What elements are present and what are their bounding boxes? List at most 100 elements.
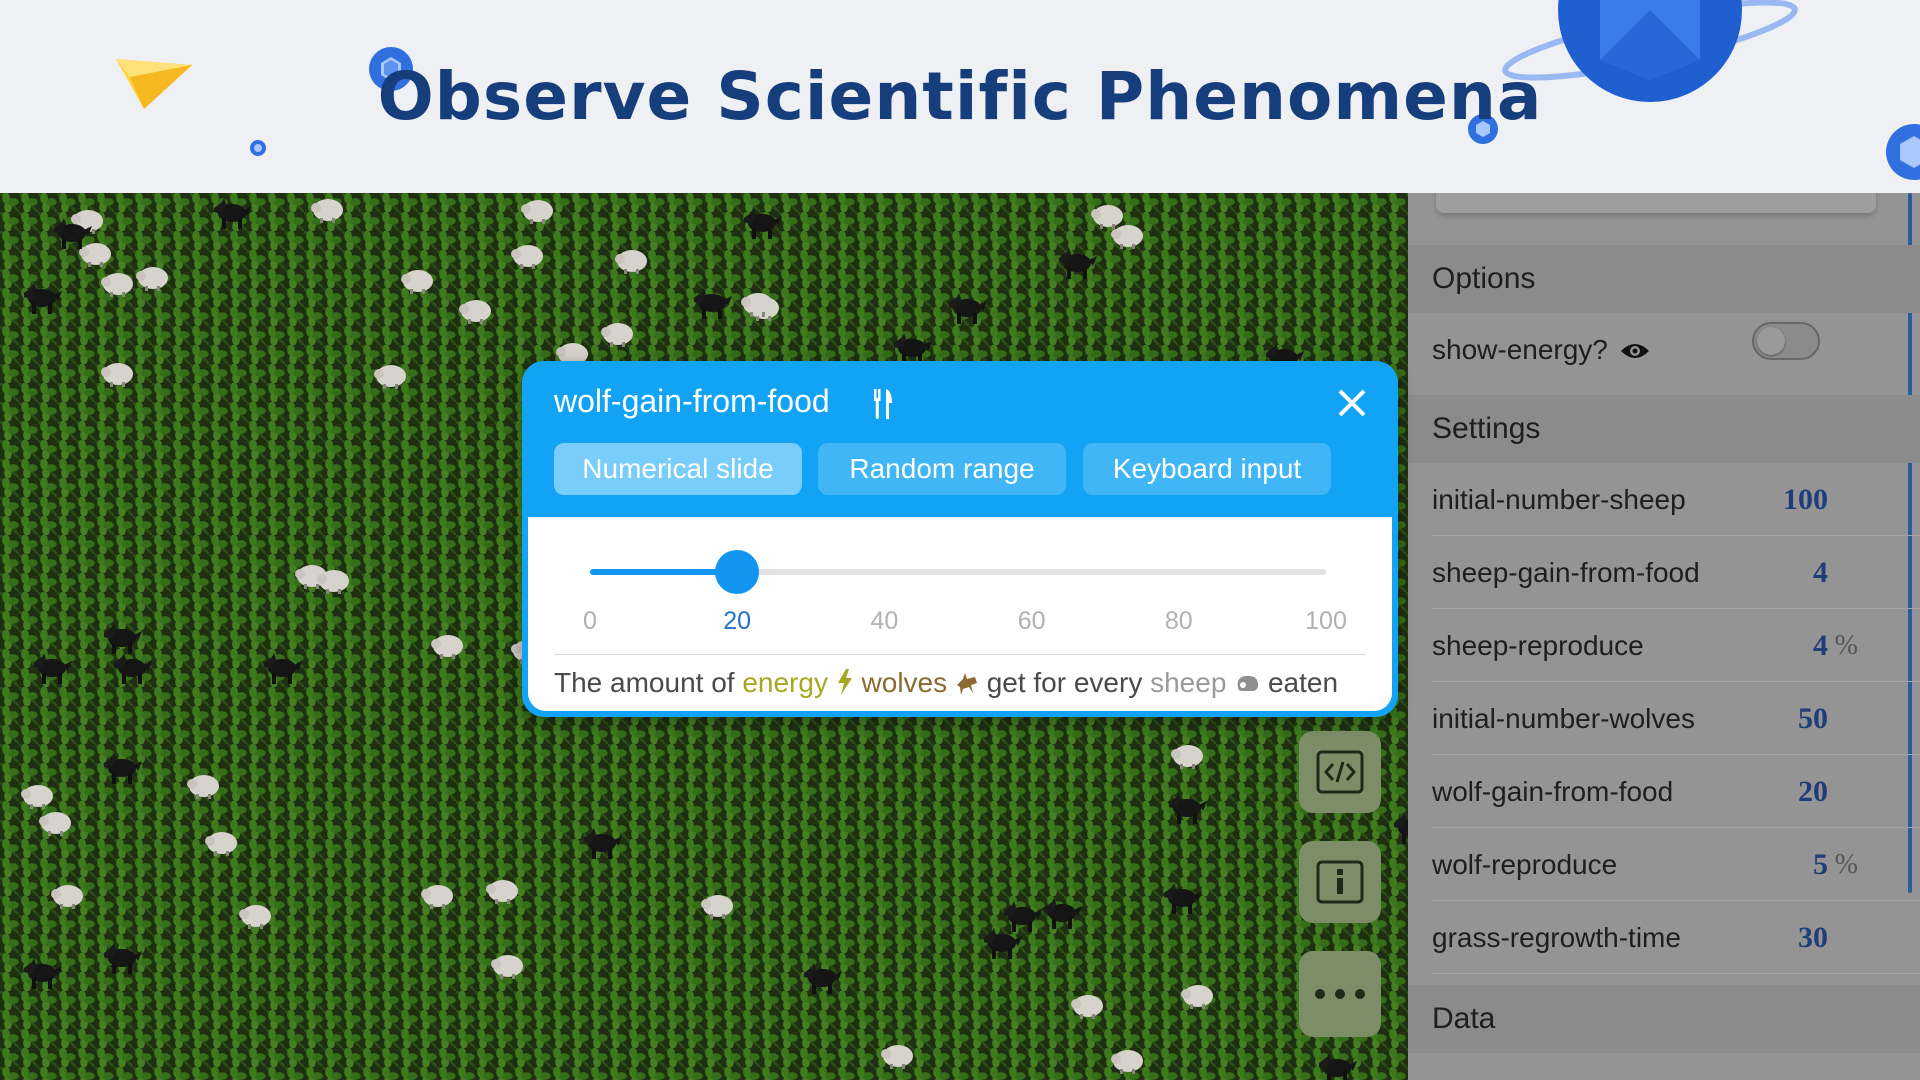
setting-row-grass-regrowth-time[interactable]: grass-regrowth-time 30: [1432, 901, 1920, 974]
wolf-agent: [804, 963, 842, 994]
wolf-agent: [214, 198, 252, 229]
sheep-agent: [881, 1045, 913, 1069]
setting-value[interactable]: 50: [1798, 682, 1828, 755]
slider-track[interactable]: [590, 569, 1326, 575]
energy-word: energy: [742, 667, 828, 698]
code-icon: [1316, 750, 1364, 794]
eye-icon: [1620, 344, 1649, 358]
wolf-agent: [984, 928, 1022, 959]
parameter-dialog: wolf-gain-from-food Numerical slide Rand…: [522, 361, 1398, 717]
wolf-agent: [104, 753, 142, 784]
show-energy-toggle[interactable]: [1752, 322, 1820, 360]
sheep-agent: [421, 885, 453, 909]
more-button[interactable]: [1299, 951, 1381, 1037]
sheep-agent: [521, 200, 553, 224]
setting-name: initial-number-sheep: [1432, 484, 1686, 515]
code-button[interactable]: [1299, 731, 1381, 813]
sheep-agent: [459, 300, 491, 324]
sheep-agent: [101, 273, 133, 297]
wolf-agent: [54, 218, 92, 249]
setting-row-initial-number-sheep[interactable]: initial-number-sheep 100: [1432, 463, 1920, 536]
sheep-agent: [187, 775, 219, 799]
setting-row-sheep-reproduce[interactable]: sheep-reproduce 4%: [1432, 609, 1920, 682]
sheep-agent: [701, 895, 733, 919]
setting-row-sheep-gain-from-food[interactable]: sheep-gain-from-food 4: [1432, 536, 1920, 609]
setting-value[interactable]: 20: [1798, 755, 1828, 828]
setting-name: sheep-reproduce: [1432, 630, 1644, 661]
sheep-agent: [136, 267, 168, 291]
sheep-agent: [741, 293, 773, 317]
sheep-agent: [1111, 1050, 1143, 1074]
setting-name: grass-regrowth-time: [1432, 922, 1681, 953]
setting-value[interactable]: 30: [1798, 901, 1828, 974]
header-banner: Observe Scientific Phenomena: [0, 0, 1920, 193]
slider-tick-label: 40: [870, 607, 899, 635]
sheep-agent: [491, 955, 523, 979]
setting-value[interactable]: 4: [1813, 536, 1828, 609]
sheep-agent: [511, 245, 543, 269]
small-dot-icon: [250, 140, 266, 156]
sheep-agent: [1111, 225, 1143, 249]
sheep-icon: [1237, 675, 1259, 691]
tab-numerical-slide[interactable]: Numerical slide: [554, 443, 802, 495]
show-energy-label: show-energy?: [1432, 334, 1608, 365]
sheep-agent: [101, 363, 133, 387]
setting-value[interactable]: 5: [1813, 828, 1828, 901]
tab-keyboard-input[interactable]: Keyboard input: [1083, 443, 1331, 495]
setting-name: initial-number-wolves: [1432, 703, 1695, 734]
model-select[interactable]: sheep-wolves▾: [1436, 193, 1876, 213]
setting-row-initial-number-wolves[interactable]: initial-number-wolves 50: [1432, 682, 1920, 755]
slider-thumb[interactable]: [715, 550, 760, 594]
settings-panel: sheep-wolves▾ Options show-energy? Setti…: [1408, 193, 1920, 1080]
wolf-agent: [1044, 898, 1082, 929]
setting-row-wolf-reproduce[interactable]: wolf-reproduce 5%: [1432, 828, 1920, 901]
divider: [554, 654, 1366, 655]
wolf-agent: [1059, 248, 1097, 279]
setting-row-wolf-gain-from-food[interactable]: wolf-gain-from-food 20: [1432, 755, 1920, 828]
wolf-agent: [24, 283, 62, 314]
sheep-agent: [317, 570, 349, 594]
chevron-down-icon: ▾: [1854, 193, 1862, 195]
sheep-agent: [401, 270, 433, 294]
slider-tick-label: 60: [1017, 607, 1046, 635]
sheep-agent: [1171, 745, 1203, 769]
info-icon: [1316, 860, 1364, 904]
wolf-agent: [1169, 793, 1207, 824]
sheep-agent: [239, 905, 271, 929]
sheep-agent: [39, 812, 71, 836]
sheep-agent: [601, 323, 633, 347]
tab-random-range[interactable]: Random range: [818, 443, 1066, 495]
wolf-agent: [584, 828, 622, 859]
wolf-agent: [104, 943, 142, 974]
setting-name: wolf-reproduce: [1432, 849, 1618, 880]
slider-tick-label: 20: [723, 607, 752, 635]
sheep-agent: [1071, 995, 1103, 1019]
wolf-icon: [956, 673, 977, 695]
setting-value[interactable]: 100: [1783, 463, 1828, 536]
setting-unit: %: [1834, 630, 1858, 661]
close-icon[interactable]: [1332, 383, 1372, 423]
wolves-word: wolves: [861, 667, 948, 698]
wolf-agent: [744, 208, 782, 239]
info-button[interactable]: [1299, 841, 1381, 923]
slider-tick-label: 80: [1164, 607, 1193, 635]
setting-value[interactable]: 4: [1813, 609, 1828, 682]
sheep-agent: [615, 250, 647, 274]
wolf-agent: [694, 288, 732, 319]
sheep-agent: [374, 365, 406, 389]
options-section-header: Options: [1408, 245, 1920, 313]
wolf-agent: [34, 653, 72, 684]
data-section-header: Data: [1408, 985, 1920, 1053]
sheep-agent: [486, 880, 518, 904]
dialog-title: wolf-gain-from-food: [554, 383, 830, 419]
sheep-agent: [51, 885, 83, 909]
sheep-word: sheep: [1150, 667, 1227, 698]
parameter-description: The amount of energy wolves get for ever…: [554, 667, 1339, 698]
setting-unit: %: [1834, 849, 1858, 880]
sheep-agent: [1181, 985, 1213, 1009]
sheep-agent: [431, 635, 463, 659]
slider-tick-label: 100: [1305, 607, 1347, 635]
wolf-agent: [24, 958, 62, 989]
wolf-agent: [1394, 813, 1408, 844]
more-icon: [1315, 989, 1365, 999]
